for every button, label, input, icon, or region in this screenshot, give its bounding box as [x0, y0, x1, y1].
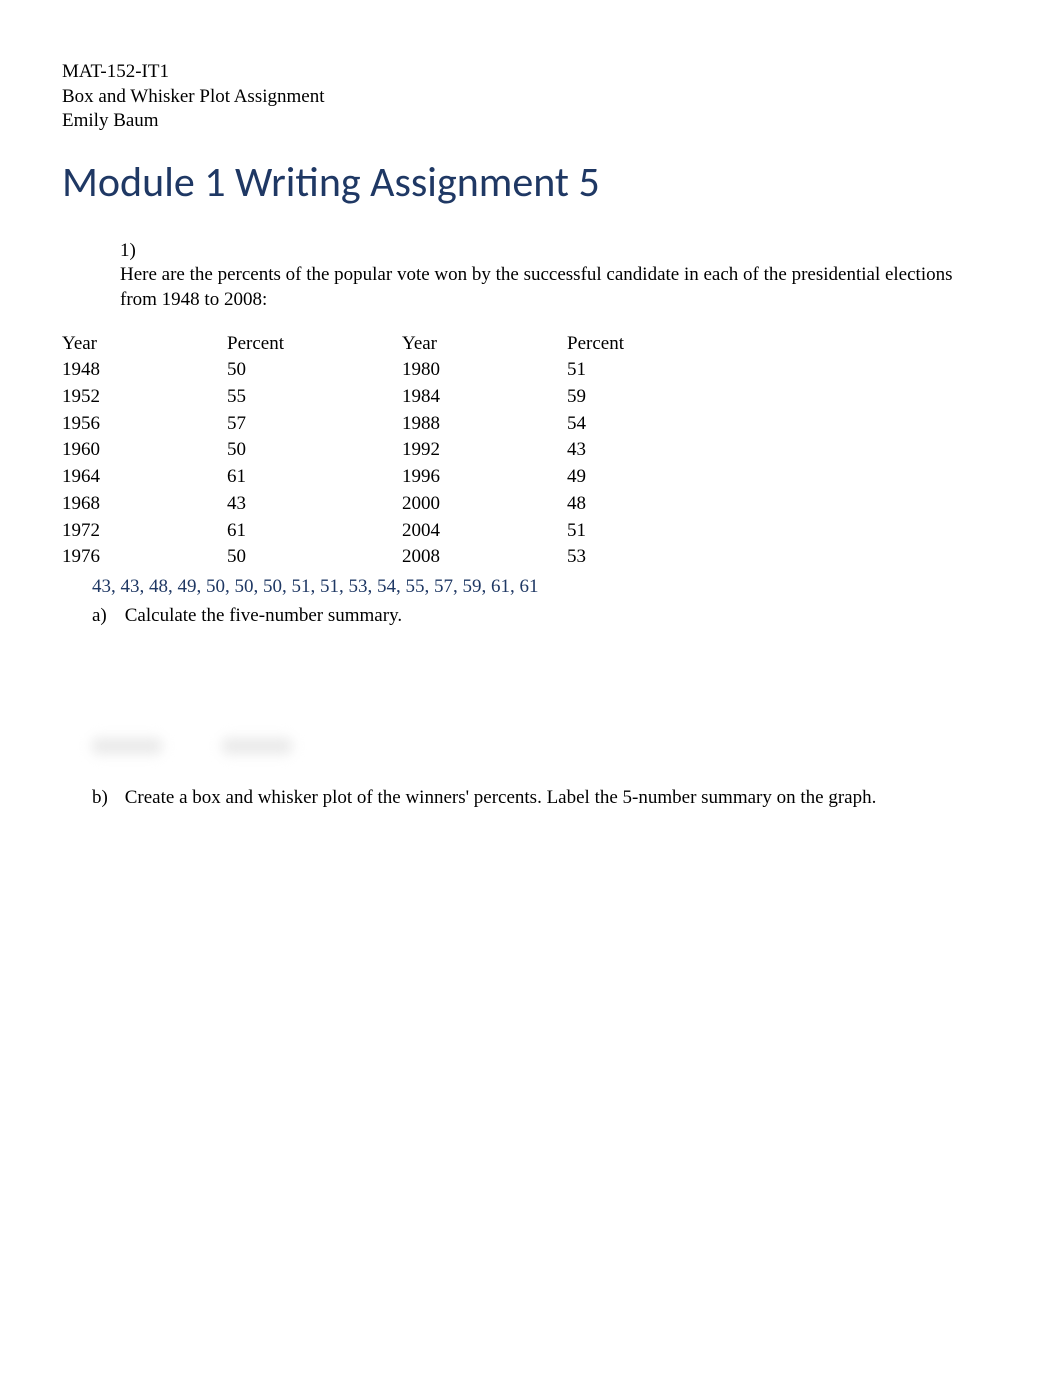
cell-percent: 50: [227, 357, 402, 384]
obscured-content: [92, 738, 1000, 756]
student-name: Emily Baum: [62, 109, 1000, 134]
cell-year: 1952: [62, 384, 227, 411]
cell-year: 1988: [402, 411, 567, 438]
cell-year: 1948: [62, 357, 227, 384]
header-year-left: Year: [62, 331, 227, 358]
cell-percent: 50: [227, 544, 402, 571]
table-row: 1956 57 1988 54: [62, 411, 687, 438]
document-header: MAT-152-IT1 Box and Whisker Plot Assignm…: [62, 60, 1000, 134]
election-data-table: Year Percent Year Percent 1948 50 1980 5…: [62, 331, 687, 571]
question-number: 1): [120, 239, 148, 264]
cell-year: 1964: [62, 464, 227, 491]
header-percent-right: Percent: [567, 331, 687, 358]
cell-year: 1980: [402, 357, 567, 384]
cell-year: 1960: [62, 437, 227, 464]
assignment-name: Box and Whisker Plot Assignment: [62, 85, 1000, 110]
cell-year: 1972: [62, 518, 227, 545]
table-row: 1972 61 2004 51: [62, 518, 687, 545]
sub-question-a: a) Calculate the five-number summary.: [92, 604, 1000, 629]
cell-percent: 55: [227, 384, 402, 411]
table-row: 1952 55 1984 59: [62, 384, 687, 411]
cell-percent: 49: [567, 464, 687, 491]
obscured-block: [222, 738, 292, 754]
cell-percent: 43: [227, 491, 402, 518]
sub-question-text: Calculate the five-number summary.: [125, 604, 402, 629]
question-text: Here are the percents of the popular vot…: [120, 263, 968, 312]
cell-year: 2000: [402, 491, 567, 518]
cell-percent: 51: [567, 518, 687, 545]
table-header-row: Year Percent Year Percent: [62, 331, 687, 358]
sub-question-text: Create a box and whisker plot of the win…: [125, 786, 877, 811]
table-row: 1948 50 1980 51: [62, 357, 687, 384]
cell-percent: 57: [227, 411, 402, 438]
cell-year: 1992: [402, 437, 567, 464]
sub-question-b: b) Create a box and whisker plot of the …: [92, 786, 1000, 811]
table-row: 1960 50 1992 43: [62, 437, 687, 464]
cell-percent: 61: [227, 464, 402, 491]
question-one: 1) Here are the percents of the popular …: [120, 239, 1000, 313]
cell-percent: 54: [567, 411, 687, 438]
table-row: 1976 50 2008 53: [62, 544, 687, 571]
cell-percent: 51: [567, 357, 687, 384]
obscured-block: [92, 738, 162, 754]
sub-question-letter: a): [92, 604, 120, 629]
cell-year: 1956: [62, 411, 227, 438]
cell-percent: 53: [567, 544, 687, 571]
data-table-wrap: Year Percent Year Percent 1948 50 1980 5…: [62, 331, 1000, 571]
cell-year: 2004: [402, 518, 567, 545]
cell-percent: 59: [567, 384, 687, 411]
header-percent-left: Percent: [227, 331, 402, 358]
cell-year: 1984: [402, 384, 567, 411]
cell-percent: 48: [567, 491, 687, 518]
cell-year: 1968: [62, 491, 227, 518]
page-title: Module 1 Writing Assignment 5: [62, 156, 1000, 211]
cell-percent: 43: [567, 437, 687, 464]
cell-year: 1976: [62, 544, 227, 571]
cell-year: 1996: [402, 464, 567, 491]
cell-percent: 61: [227, 518, 402, 545]
sorted-data-list: 43, 43, 48, 49, 50, 50, 50, 51, 51, 53, …: [92, 575, 1000, 600]
header-year-right: Year: [402, 331, 567, 358]
cell-year: 2008: [402, 544, 567, 571]
course-code: MAT-152-IT1: [62, 60, 1000, 85]
table-row: 1964 61 1996 49: [62, 464, 687, 491]
cell-percent: 50: [227, 437, 402, 464]
sub-question-letter: b): [92, 786, 120, 811]
table-row: 1968 43 2000 48: [62, 491, 687, 518]
